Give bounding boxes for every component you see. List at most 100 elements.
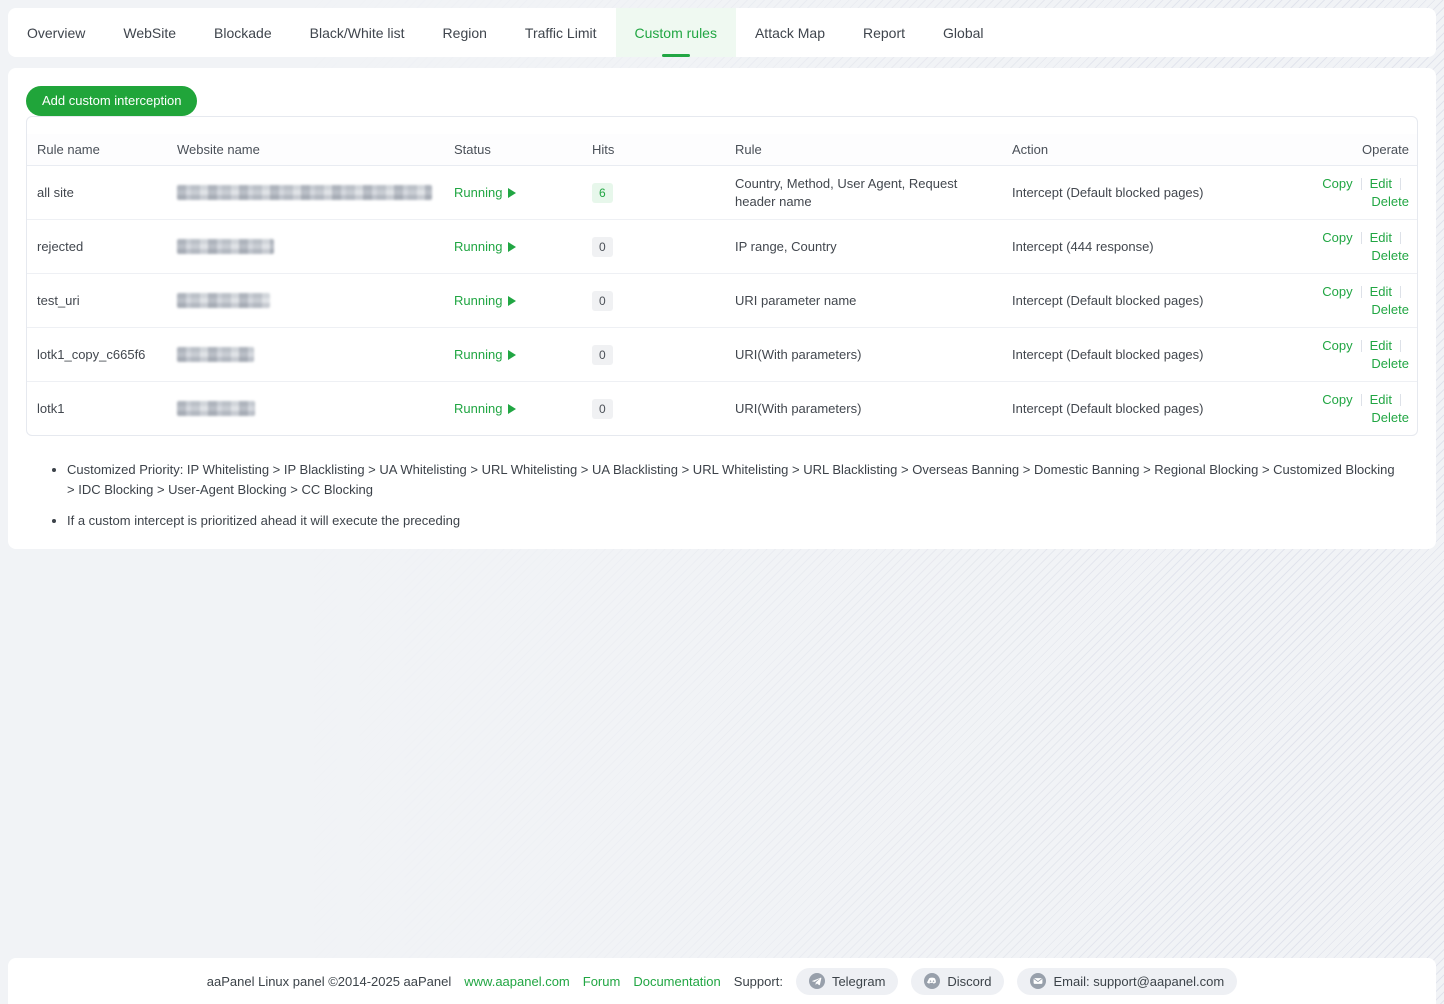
delete-link[interactable]: Delete	[1371, 410, 1409, 425]
discord-button[interactable]: Discord	[911, 968, 1004, 995]
divider	[1400, 340, 1401, 352]
edit-link[interactable]: Edit	[1370, 392, 1392, 407]
hits-badge: 6	[592, 183, 613, 203]
play-icon[interactable]	[508, 404, 516, 414]
tab-global[interactable]: Global	[924, 8, 1002, 57]
note-custom-intercept: If a custom intercept is prioritized ahe…	[67, 511, 1401, 531]
copy-link[interactable]: Copy	[1322, 176, 1352, 191]
forum-link[interactable]: Forum	[583, 974, 621, 989]
rule-name-cell: lotk1_copy_c665f6	[27, 328, 167, 382]
col-action: Action	[1002, 134, 1285, 166]
copy-link[interactable]: Copy	[1322, 230, 1352, 245]
hits-badge: 0	[592, 345, 613, 365]
email-button[interactable]: Email: support@aapanel.com	[1017, 968, 1237, 995]
action-cell: Intercept (Default blocked pages)	[1002, 274, 1285, 328]
delete-link[interactable]: Delete	[1371, 248, 1409, 263]
website-name-blurred	[177, 401, 255, 416]
rule-name-cell: test_uri	[27, 274, 167, 328]
documentation-link[interactable]: Documentation	[633, 974, 720, 989]
col-website-name: Website name	[167, 134, 444, 166]
delete-link[interactable]: Delete	[1371, 356, 1409, 371]
tab-custom-rules[interactable]: Custom rules	[616, 8, 736, 57]
edit-link[interactable]: Edit	[1370, 176, 1392, 191]
website-name-blurred	[177, 239, 274, 254]
divider	[1361, 394, 1362, 406]
table-row: test_uri Running 0 URI parameter name In…	[27, 274, 1418, 328]
action-cell: Intercept (444 response)	[1002, 220, 1285, 274]
note-priority: Customized Priority: IP Whitelisting > I…	[67, 460, 1401, 500]
divider	[1400, 286, 1401, 298]
rule-cell: Country, Method, User Agent, Request hea…	[725, 166, 1002, 220]
edit-link[interactable]: Edit	[1370, 338, 1392, 353]
email-label: Email: support@aapanel.com	[1053, 974, 1224, 989]
hits-badge: 0	[592, 237, 613, 257]
col-rule-name: Rule name	[27, 134, 167, 166]
copy-link[interactable]: Copy	[1322, 284, 1352, 299]
divider	[1400, 232, 1401, 244]
website-name-blurred	[177, 293, 270, 308]
delete-link[interactable]: Delete	[1371, 302, 1409, 317]
table-row: all site Running 6 Country, Method, User…	[27, 166, 1418, 220]
website-link[interactable]: www.aapanel.com	[464, 974, 570, 989]
copy-link[interactable]: Copy	[1322, 392, 1352, 407]
support-label: Support:	[734, 974, 783, 989]
divider	[1361, 178, 1362, 190]
action-cell: Intercept (Default blocked pages)	[1002, 166, 1285, 220]
status-label: Running	[454, 347, 502, 362]
table-row: lotk1_copy_c665f6 Running 0 URI(With par…	[27, 328, 1418, 382]
tab-overview[interactable]: Overview	[8, 8, 104, 57]
rule-cell: URI(With parameters)	[725, 382, 1002, 435]
tab-region[interactable]: Region	[424, 8, 506, 57]
hits-badge: 0	[592, 291, 613, 311]
tab-website[interactable]: WebSite	[104, 8, 195, 57]
delete-link[interactable]: Delete	[1371, 194, 1409, 209]
status-label: Running	[454, 239, 502, 254]
custom-rules-panel: Add custom interception Rule name Websit…	[8, 68, 1436, 549]
copyright-text: aaPanel Linux panel ©2014-2025 aaPanel	[207, 974, 452, 989]
table-header-row: Rule name Website name Status Hits Rule …	[27, 134, 1418, 166]
table-row: lotk1 Running 0 URI(With parameters) Int…	[27, 382, 1418, 435]
action-cell: Intercept (Default blocked pages)	[1002, 382, 1285, 435]
copy-link[interactable]: Copy	[1322, 338, 1352, 353]
play-icon[interactable]	[508, 350, 516, 360]
email-icon	[1030, 973, 1046, 989]
divider	[1400, 394, 1401, 406]
col-operate: Operate	[1285, 134, 1418, 166]
rule-name-cell: lotk1	[27, 382, 167, 435]
play-icon[interactable]	[508, 242, 516, 252]
hits-badge: 0	[592, 399, 613, 419]
website-name-blurred	[177, 185, 432, 200]
col-rule: Rule	[725, 134, 1002, 166]
tab-report[interactable]: Report	[844, 8, 924, 57]
edit-link[interactable]: Edit	[1370, 230, 1392, 245]
divider	[1361, 232, 1362, 244]
tab-attack-map[interactable]: Attack Map	[736, 8, 844, 57]
table-row: rejected Running 0 IP range, Country Int…	[27, 220, 1418, 274]
tab-traffic-limit[interactable]: Traffic Limit	[506, 8, 616, 57]
status-label: Running	[454, 293, 502, 308]
footer: aaPanel Linux panel ©2014-2025 aaPanel w…	[8, 958, 1436, 1004]
col-hits: Hits	[582, 134, 725, 166]
rule-cell: URI(With parameters)	[725, 328, 1002, 382]
tab-bar: Overview WebSite Blockade Black/White li…	[8, 8, 1436, 57]
rule-name-cell: all site	[27, 166, 167, 220]
divider	[1361, 286, 1362, 298]
tab-black-white-list[interactable]: Black/White list	[291, 8, 424, 57]
tab-blockade[interactable]: Blockade	[195, 8, 291, 57]
discord-icon	[924, 973, 940, 989]
action-cell: Intercept (Default blocked pages)	[1002, 328, 1285, 382]
add-custom-interception-button[interactable]: Add custom interception	[26, 86, 197, 116]
play-icon[interactable]	[508, 188, 516, 198]
rules-table: Rule name Website name Status Hits Rule …	[26, 116, 1418, 436]
telegram-button[interactable]: Telegram	[796, 968, 898, 995]
telegram-label: Telegram	[832, 974, 885, 989]
status-label: Running	[454, 185, 502, 200]
divider	[1361, 340, 1362, 352]
edit-link[interactable]: Edit	[1370, 284, 1392, 299]
status-label: Running	[454, 401, 502, 416]
rule-name-cell: rejected	[27, 220, 167, 274]
telegram-icon	[809, 973, 825, 989]
website-name-blurred	[177, 347, 254, 362]
play-icon[interactable]	[508, 296, 516, 306]
divider	[1400, 178, 1401, 190]
